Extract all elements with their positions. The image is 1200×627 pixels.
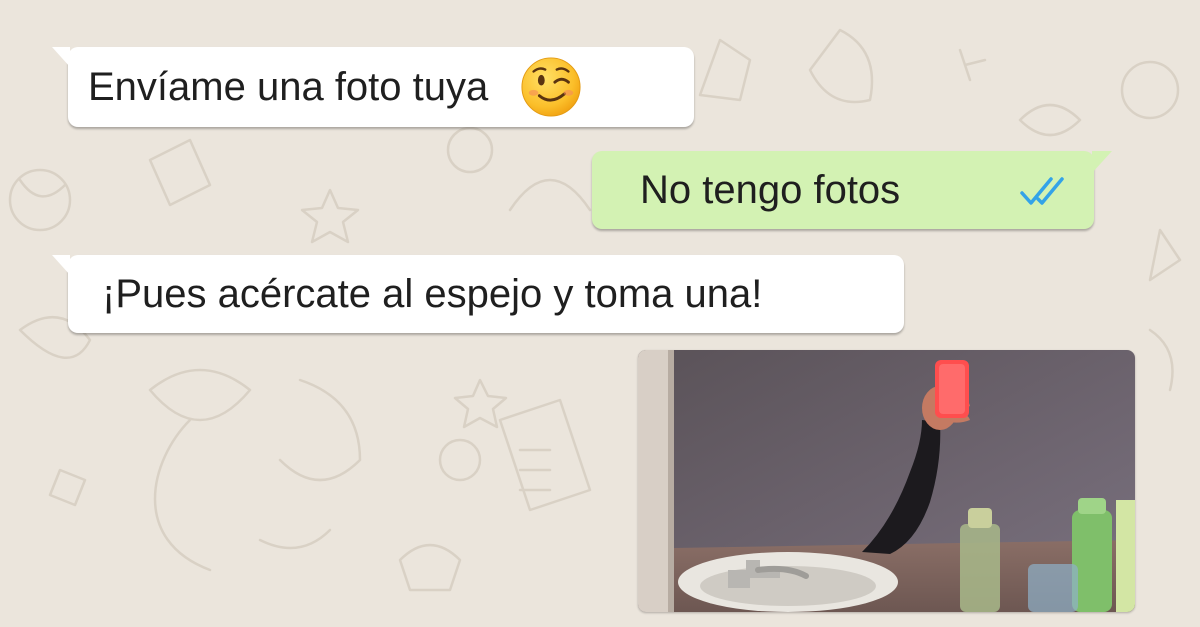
- outgoing-message-bubble[interactable]: No tengo fotos: [592, 151, 1112, 229]
- bubble-tail: [52, 255, 70, 275]
- message-text: No tengo fotos: [640, 167, 901, 212]
- read-double-check-icon: [1020, 177, 1064, 205]
- incoming-message-bubble[interactable]: Envíame una foto tuya: [52, 47, 694, 127]
- image-message[interactable]: [638, 350, 1135, 612]
- mirror-selfie-photo: [638, 350, 1135, 612]
- bubble-tail: [52, 47, 70, 67]
- message-text: Envíame una foto tuya: [88, 64, 489, 109]
- incoming-message-bubble[interactable]: ¡Pues acércate al espejo y toma una!: [52, 255, 904, 333]
- winking-face-icon: [521, 57, 581, 117]
- message-text: ¡Pues acércate al espejo y toma una!: [102, 271, 763, 316]
- bubble-tail: [1092, 151, 1112, 173]
